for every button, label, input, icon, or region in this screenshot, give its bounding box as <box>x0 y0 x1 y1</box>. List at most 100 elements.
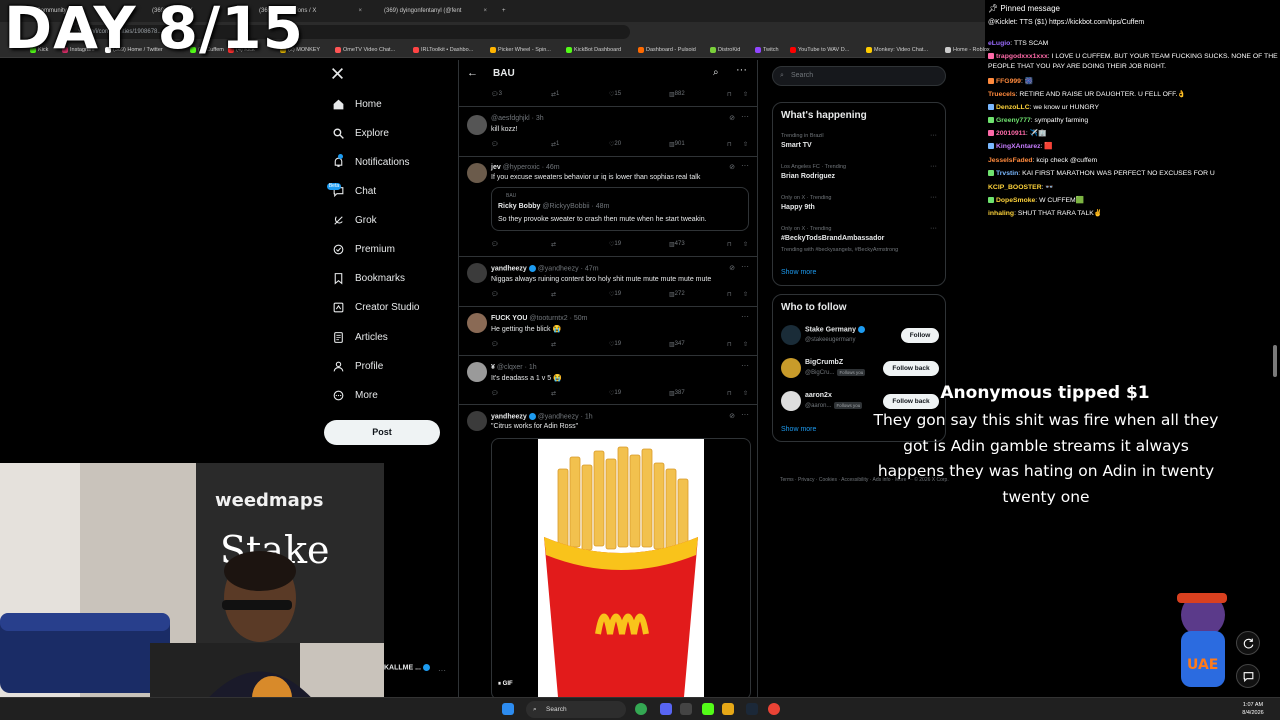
kick-icon[interactable] <box>702 703 714 715</box>
close-icon[interactable]: × <box>358 3 362 19</box>
page-scrollbar[interactable] <box>1273 345 1277 377</box>
follow-button[interactable]: Follow <box>901 328 939 343</box>
nav-bookmarks[interactable]: Bookmarks <box>331 266 405 290</box>
bookmark-item[interactable]: KickBot Dashboard <box>566 44 621 56</box>
reply-icon[interactable]: 💬︎ 3 <box>491 91 502 98</box>
more-options-icon[interactable]: ··· <box>741 312 749 321</box>
views-icon[interactable]: ▥ 347 <box>669 341 685 348</box>
windows-start-icon[interactable] <box>502 703 514 715</box>
repost-icon[interactable]: ⇄ <box>551 341 556 348</box>
clip-button[interactable] <box>1236 631 1260 655</box>
tweet[interactable]: jev @hyperoxic · 46m ⊘ ··· If you excuse… <box>459 156 757 256</box>
like-icon[interactable]: ♡ 19 <box>609 241 621 248</box>
chrome-icon[interactable] <box>768 703 780 715</box>
share-icon[interactable]: ⇧ <box>743 91 748 98</box>
more-options-icon[interactable]: ··· <box>438 666 446 675</box>
avatar[interactable] <box>467 411 487 431</box>
more-options-icon[interactable]: ··· <box>741 361 749 370</box>
back-arrow-icon[interactable]: ← <box>467 67 478 79</box>
more-options-icon[interactable]: ··· <box>741 112 749 121</box>
nav-home[interactable]: Home <box>331 92 382 116</box>
quoted-tweet[interactable]: BAU Ricky Bobby @RickyyBobbii · 48m So t… <box>491 187 749 231</box>
bookmark-icon[interactable]: ⊓ <box>727 291 732 298</box>
like-icon[interactable]: ♡ 19 <box>609 291 621 298</box>
views-icon[interactable]: ▥ 473 <box>669 241 685 248</box>
browser-tab[interactable]: (369) dyingonfentanyl (@fent × <box>380 3 490 19</box>
grok-icon[interactable]: ⊘ <box>729 163 735 171</box>
views-icon[interactable]: ▥ 387 <box>669 390 685 397</box>
new-tab-button[interactable]: + <box>498 3 510 19</box>
more-options-icon[interactable]: ··· <box>930 132 937 139</box>
grok-icon[interactable]: ⊘ <box>729 114 735 122</box>
bookmark-icon[interactable]: ⊓ <box>727 141 732 148</box>
avatar[interactable] <box>467 163 487 183</box>
tweet[interactable]: yandheezy @yandheezy · 47m ⊘ ··· Niggas … <box>459 256 757 306</box>
avatar[interactable] <box>467 263 487 283</box>
views-icon[interactable]: ▥ 882 <box>669 91 685 98</box>
more-options-icon[interactable]: ··· <box>930 163 937 170</box>
share-icon[interactable]: ⇧ <box>743 141 748 148</box>
post-button[interactable]: Post <box>324 420 440 445</box>
bookmark-item[interactable]: Monkey: Video Chat... <box>866 44 928 56</box>
reply-icon[interactable]: 💬︎ <box>491 390 499 397</box>
chrome-icon[interactable] <box>635 703 647 715</box>
avatar[interactable] <box>467 362 487 382</box>
views-icon[interactable]: ▥ 272 <box>669 291 685 298</box>
like-icon[interactable]: ♡ 19 <box>609 341 621 348</box>
repost-icon[interactable]: ⇄ <box>551 241 556 248</box>
nav-articles[interactable]: Articles <box>331 325 388 349</box>
search-input[interactable]: ⌕ Search <box>772 66 946 86</box>
bookmark-item[interactable]: DistroKid <box>710 44 740 56</box>
reply-icon[interactable]: 💬︎ <box>491 341 499 348</box>
bookmark-item[interactable]: YouTube to WAV D... <box>790 44 849 56</box>
tweet[interactable]: ¥ @clqxer · 1h ··· It's deadass a 1 v 5 … <box>459 355 757 403</box>
like-icon[interactable]: ♡ 19 <box>609 390 621 397</box>
avatar[interactable] <box>467 115 487 135</box>
nav-creator-studio[interactable]: Creator Studio <box>331 295 419 319</box>
bookmark-icon[interactable]: ⊓ <box>727 390 732 397</box>
tweet[interactable]: FUCK YOU @tooturntx2 · 50m ··· He gettin… <box>459 306 757 354</box>
share-icon[interactable]: ⇧ <box>743 241 748 248</box>
nav-explore[interactable]: Explore <box>331 121 389 145</box>
system-clock[interactable]: 1:07 AM 8/4/2026 <box>1236 701 1270 717</box>
repost-icon[interactable]: ⇄ <box>551 291 556 298</box>
bookmark-icon[interactable]: ⊓ <box>727 241 732 248</box>
tweet[interactable]: @aesfdghjkl · 3h ⊘ ··· kill kozz! 💬︎ ⇄ 1… <box>459 106 757 154</box>
show-more-link[interactable]: Show more <box>781 426 816 433</box>
x-logo-icon[interactable] <box>331 67 344 80</box>
search-icon[interactable]: ⌕ <box>713 67 719 78</box>
avatar[interactable] <box>467 313 487 333</box>
folder-icon[interactable] <box>722 703 734 715</box>
more-options-icon[interactable]: ··· <box>741 410 749 419</box>
share-icon[interactable]: ⇧ <box>743 291 748 298</box>
tweet-media-gif[interactable]: ⏸ GIF <box>491 438 751 700</box>
chat-bubble-button[interactable] <box>1236 664 1260 688</box>
taskbar-search[interactable]: ⌕ Search <box>526 701 626 718</box>
more-options-icon[interactable]: ··· <box>741 262 749 271</box>
steam-icon[interactable] <box>746 703 758 715</box>
close-icon[interactable]: × <box>483 3 487 19</box>
reply-icon[interactable]: 💬︎ <box>491 141 499 148</box>
bookmark-item[interactable]: Home - Roblox <box>945 44 990 56</box>
bookmark-item[interactable]: Dashboard - Pulsoid <box>638 44 696 56</box>
grok-icon[interactable]: ⊘ <box>729 264 735 272</box>
avatar[interactable] <box>781 358 801 378</box>
more-options-icon[interactable]: ··· <box>736 64 747 76</box>
grok-icon[interactable]: ⊘ <box>729 412 735 420</box>
bookmark-icon[interactable]: ⊓ <box>727 341 732 348</box>
more-options-icon[interactable]: ··· <box>930 225 937 232</box>
more-options-icon[interactable]: ··· <box>741 161 749 170</box>
repost-icon[interactable]: ⇄ <box>551 390 556 397</box>
bookmark-item[interactable]: Twitch <box>755 44 779 56</box>
like-icon[interactable]: ♡ 15 <box>609 91 621 98</box>
bookmark-item[interactable]: OmeTV Video Chat... <box>335 44 395 56</box>
share-icon[interactable]: ⇧ <box>743 341 748 348</box>
share-icon[interactable]: ⇧ <box>743 390 748 397</box>
nav-premium[interactable]: Premium <box>331 237 395 261</box>
repost-icon[interactable]: ⇄ 1 <box>551 141 559 148</box>
nav-more[interactable]: More <box>331 383 378 407</box>
views-icon[interactable]: ▥ 901 <box>669 141 685 148</box>
app-icon[interactable] <box>680 703 692 715</box>
bookmark-item[interactable]: Picker Wheel - Spin... <box>490 44 551 56</box>
avatar[interactable] <box>781 325 801 345</box>
